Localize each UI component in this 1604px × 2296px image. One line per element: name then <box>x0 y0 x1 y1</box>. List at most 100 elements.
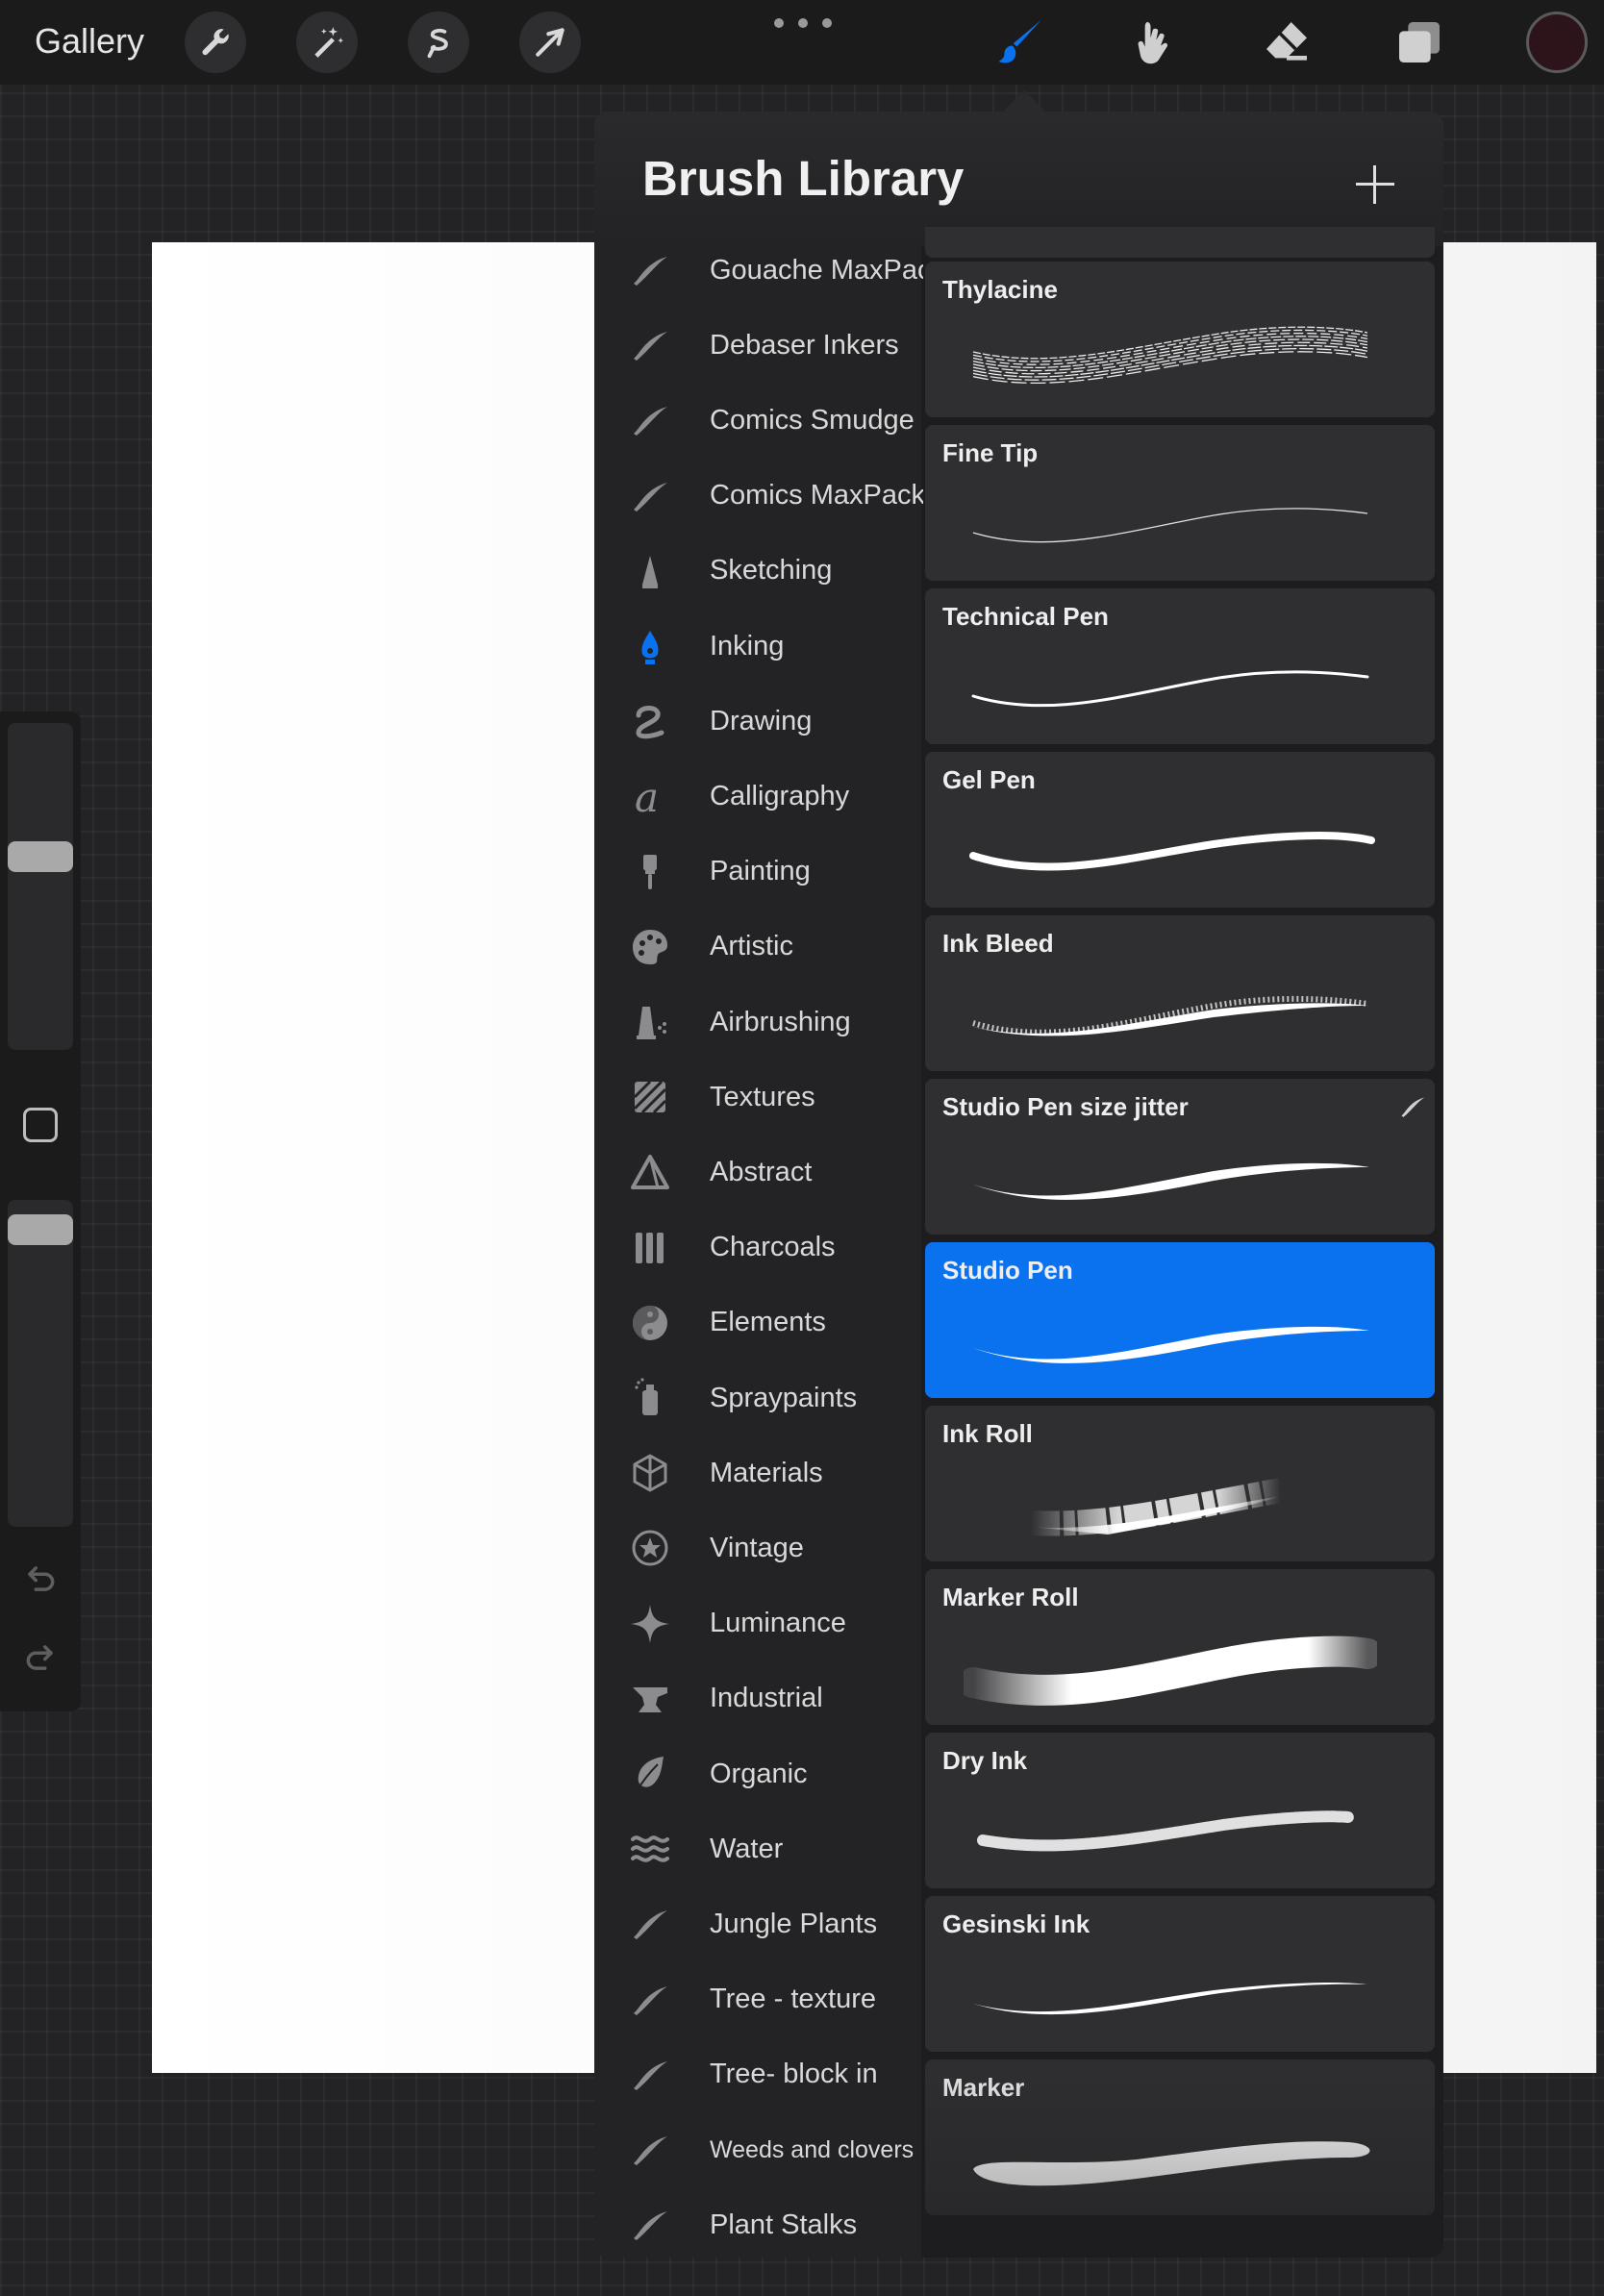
brush-card-gel-pen[interactable]: Gel Pen <box>925 752 1435 908</box>
brush-card-technical-pen[interactable]: Technical Pen <box>925 588 1435 744</box>
brush-set-industrial[interactable]: Industrial <box>594 1665 921 1733</box>
brush-card-ink-bleed[interactable]: Ink Bleed <box>925 915 1435 1071</box>
brush-stroke-preview <box>973 2141 1370 2186</box>
brush-set-textures[interactable]: Textures <box>594 1063 921 1131</box>
brush-size-thumb[interactable] <box>8 841 73 873</box>
brush-card-studio-pen[interactable]: Studio Pen <box>925 1242 1435 1398</box>
undo-button[interactable] <box>21 1560 60 1598</box>
brush-opacity-slider[interactable] <box>8 1200 73 1527</box>
more-options-icon[interactable] <box>774 12 832 35</box>
set-icon-wrap <box>629 1151 671 1193</box>
modify-button[interactable] <box>23 1108 58 1142</box>
smudge-icon <box>1138 22 1168 64</box>
brush-set-tree-texture[interactable]: Tree - texture <box>594 1966 921 2034</box>
brush-set-label: Spraypaints <box>710 1382 858 1413</box>
brush-set-calligraphy[interactable]: a Calligraphy <box>594 762 921 830</box>
color-picker-button[interactable] <box>1526 12 1588 73</box>
brush-set-plant-stalks[interactable]: Plant Stalks <box>594 2191 921 2258</box>
set-icon-wrap <box>629 399 671 441</box>
brush-card-dry-ink[interactable]: Dry Ink <box>925 1733 1435 1888</box>
brush-set-jungle-plants[interactable]: Jungle Plants <box>594 1890 921 1958</box>
brush-stroke-preview <box>972 995 1368 1036</box>
magic-wand-icon <box>314 27 344 58</box>
transform-arrow-icon <box>536 28 564 57</box>
brush-set-label: Industrial <box>710 1683 823 1714</box>
brush-card-fine-tip[interactable]: Fine Tip <box>925 425 1435 581</box>
spray-can-icon <box>635 1378 658 1415</box>
adjustments-button[interactable] <box>296 12 358 73</box>
brush-card-marker-roll[interactable]: Marker Roll <box>925 1569 1435 1725</box>
set-icon-wrap <box>629 475 671 517</box>
brush-set-luminance[interactable]: Luminance <box>594 1590 921 1658</box>
set-icon-wrap <box>629 625 671 667</box>
wrench-icon <box>202 29 229 56</box>
set-icon-wrap <box>629 1979 671 2021</box>
selection-button[interactable] <box>408 12 469 73</box>
yin-yang-icon <box>633 1305 667 1340</box>
brush-set-label: Elements <box>710 1307 826 1338</box>
brush-set-debaser-inkers[interactable]: Debaser Inkers <box>594 312 921 379</box>
brush-set-artistic[interactable]: Artistic <box>594 913 921 981</box>
brush-set-airbrushing[interactable]: Airbrushing <box>594 988 921 1056</box>
actions-button[interactable] <box>185 12 246 73</box>
brush-name: Technical Pen <box>942 602 1109 631</box>
smudge-tool-button[interactable] <box>1123 12 1185 73</box>
brush-card-marker[interactable]: Marker <box>925 2059 1435 2215</box>
brush-tool-button[interactable] <box>990 12 1052 73</box>
set-icon-wrap <box>629 700 671 742</box>
set-icon-wrap <box>629 1452 671 1494</box>
brush-set-weeds-and-clovers[interactable]: Weeds and clovers <box>594 2116 921 2184</box>
set-icon-wrap <box>629 1678 671 1720</box>
brushes-list: Thylacine Fine Tip Technical Pen Gel Pen Ink… <box>923 227 1443 2258</box>
brush-set-sketching[interactable]: Sketching <box>594 537 921 605</box>
brush-set-tree-block-in[interactable]: Tree- block in <box>594 2041 921 2109</box>
brush-set-label: Plant Stalks <box>710 2209 858 2240</box>
brush-set-label: Weeds and clovers <box>710 2135 915 2163</box>
leaf-icon <box>636 1757 664 1792</box>
brush-stroke-preview <box>973 1162 1369 1200</box>
brush-card-gesinski-ink[interactable]: Gesinski Ink <box>925 1896 1435 2052</box>
brush-set-label: Abstract <box>710 1156 813 1187</box>
brush-card-ink-roll[interactable]: Ink Roll <box>925 1406 1435 1561</box>
brush-set-elements[interactable]: Elements <box>594 1289 921 1357</box>
brush-set-vintage[interactable]: Vintage <box>594 1514 921 1582</box>
brush-set-label: Gouache MaxPack <box>710 254 946 286</box>
set-icon-wrap <box>629 1603 671 1645</box>
brush-card-studio-pen-size-jitter[interactable]: Studio Pen size jitter <box>925 1079 1435 1235</box>
brush-opacity-thumb[interactable] <box>8 1214 73 1246</box>
redo-button[interactable] <box>21 1638 60 1677</box>
brush-set-inking[interactable]: Inking <box>594 612 921 680</box>
brush-stroke-icon <box>634 257 667 286</box>
add-brush-button[interactable] <box>1344 154 1406 215</box>
set-icon-wrap <box>629 249 671 291</box>
brush-set-organic[interactable]: Organic <box>594 1740 921 1808</box>
set-icon-wrap <box>629 1753 671 1795</box>
brush-set-painting[interactable]: Painting <box>594 838 921 906</box>
imported-brush-icon <box>1401 1097 1425 1117</box>
brush-set-comics-smudge[interactable]: Comics Smudge <box>594 387 921 454</box>
brush-set-drawing[interactable]: Drawing <box>594 687 921 755</box>
eraser-icon <box>1266 22 1307 61</box>
brush-set-gouache-maxpack[interactable]: Gouache MaxPack <box>594 237 945 304</box>
brush-stroke-preview <box>972 508 1368 543</box>
brush-set-abstract[interactable]: Abstract <box>594 1138 921 1206</box>
brush-set-water[interactable]: Water <box>594 1815 921 1883</box>
brush-set-materials[interactable]: Materials <box>594 1439 921 1507</box>
brush-size-slider[interactable] <box>8 723 73 1050</box>
set-icon-wrap: a <box>629 775 671 817</box>
brush-stroke-icon <box>634 1910 667 1940</box>
partial-brush-card[interactable] <box>925 227 1435 258</box>
layers-button[interactable] <box>1389 12 1450 73</box>
brush-stroke-preview <box>971 670 1369 708</box>
left-sidebar <box>0 711 81 1711</box>
brush-stroke-icon <box>634 482 667 512</box>
brush-set-charcoals[interactable]: Charcoals <box>594 1214 921 1282</box>
brush-set-spraypaints[interactable]: Spraypaints <box>594 1364 921 1432</box>
set-icon-wrap <box>629 1227 671 1269</box>
transform-button[interactable] <box>519 12 581 73</box>
brush-card-thylacine[interactable]: Thylacine <box>925 262 1435 417</box>
brush-set-comics-maxpack[interactable]: Comics MaxPack <box>594 462 925 530</box>
gallery-button[interactable]: Gallery <box>35 17 144 65</box>
eraser-tool-button[interactable] <box>1256 12 1317 73</box>
brush-set-label: Jungle Plants <box>710 1908 878 1939</box>
